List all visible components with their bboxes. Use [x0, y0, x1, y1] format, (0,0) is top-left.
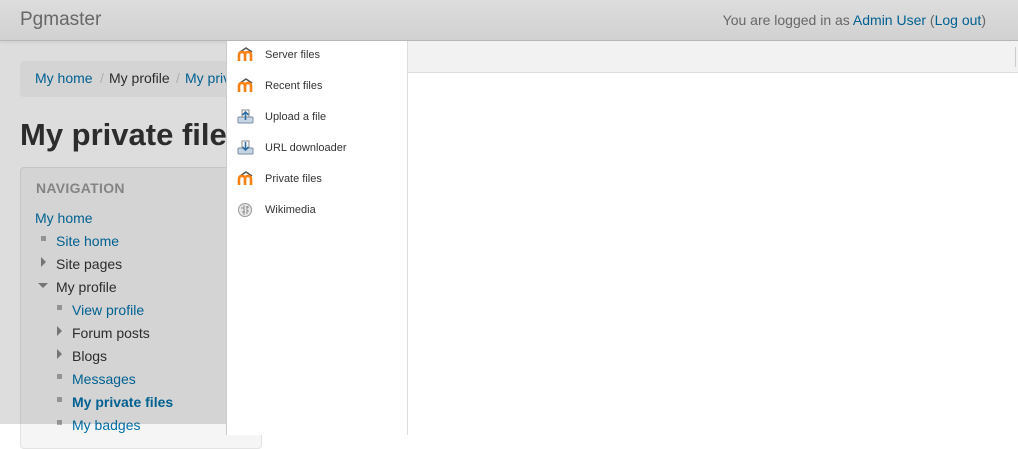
- repo-label: Recent files: [265, 80, 323, 92]
- breadcrumb-my-private-files[interactable]: My priv: [185, 70, 230, 86]
- breadcrumb-separator: /: [100, 70, 104, 86]
- nav-my-private-files[interactable]: My private files: [72, 394, 173, 410]
- bullet-icon: [41, 236, 46, 241]
- file-picker-dialog: Server files Recent files Upload a file: [226, 41, 1018, 435]
- repo-upload-a-file[interactable]: Upload a file: [237, 106, 402, 128]
- logout-link[interactable]: Log out: [935, 12, 982, 28]
- bullet-icon: [57, 420, 62, 425]
- open-paren: (: [926, 12, 935, 28]
- repo-label: URL downloader: [265, 142, 347, 154]
- breadcrumb-separator: /: [176, 70, 180, 86]
- repo-wikimedia[interactable]: Wikimedia: [237, 199, 402, 221]
- nav-my-badges[interactable]: My badges: [72, 417, 140, 433]
- repo-recent-files[interactable]: Recent files: [237, 75, 402, 97]
- close-paren: ): [981, 12, 986, 28]
- repository-list: Server files Recent files Upload a file: [227, 41, 408, 435]
- wikipedia-globe-icon: [237, 202, 255, 218]
- repo-label: Upload a file: [265, 111, 327, 123]
- login-prefix: You are logged in as: [722, 12, 853, 28]
- expand-arrow-icon[interactable]: [41, 257, 46, 267]
- bullet-icon: [57, 397, 62, 402]
- repo-label: Private files: [265, 173, 322, 185]
- nav-messages[interactable]: Messages: [72, 371, 136, 387]
- nav-my-home[interactable]: My home: [35, 210, 93, 226]
- repo-label: Server files: [265, 49, 321, 61]
- moodle-icon: [237, 78, 255, 94]
- breadcrumb-my-home[interactable]: My home: [35, 70, 93, 86]
- nav-site-home[interactable]: Site home: [56, 233, 119, 249]
- nav-site-pages[interactable]: Site pages: [56, 256, 122, 272]
- collapse-arrow-icon[interactable]: [38, 283, 48, 288]
- nav-blogs[interactable]: Blogs: [72, 348, 107, 364]
- upload-icon: [237, 109, 255, 125]
- moodle-icon: [237, 47, 255, 63]
- bullet-icon: [57, 374, 62, 379]
- repo-label: Wikimedia: [265, 204, 316, 216]
- nav-my-profile[interactable]: My profile: [56, 279, 117, 295]
- nav-forum-posts[interactable]: Forum posts: [72, 325, 150, 341]
- bullet-icon: [57, 305, 62, 310]
- nav-view-profile[interactable]: View profile: [72, 302, 144, 318]
- top-navbar: Pgmaster You are logged in as Admin User…: [0, 0, 1018, 41]
- file-picker-toolbar: [408, 41, 1018, 73]
- navigation-header: NAVIGATION: [36, 180, 125, 196]
- page-title: My private file: [20, 117, 227, 152]
- login-info: You are logged in as Admin User (Log out…: [723, 12, 986, 28]
- repo-private-files[interactable]: Private files: [237, 168, 402, 190]
- user-name-link[interactable]: Admin User: [853, 12, 926, 28]
- repo-url-downloader[interactable]: URL downloader: [237, 137, 402, 159]
- repo-server-files[interactable]: Server files: [237, 44, 402, 66]
- site-brand[interactable]: Pgmaster: [20, 9, 101, 31]
- download-icon: [237, 140, 255, 156]
- breadcrumb-my-profile[interactable]: My profile: [109, 70, 170, 86]
- moodle-icon: [237, 171, 255, 187]
- expand-arrow-icon[interactable]: [57, 349, 62, 359]
- expand-arrow-icon[interactable]: [57, 326, 62, 336]
